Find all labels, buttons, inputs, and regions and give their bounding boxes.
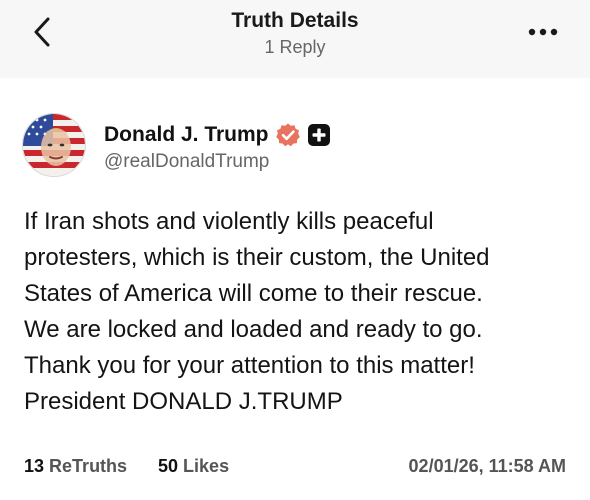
retruths-label: ReTruths — [49, 456, 128, 476]
author-handle[interactable]: @realDonaldTrump — [104, 151, 269, 173]
reply-count[interactable]: 1 Reply — [0, 37, 590, 58]
likes-label: Likes — [183, 456, 230, 476]
likes-count: 50 — [158, 456, 179, 476]
top-bar: Truth Details 1 Reply — [0, 0, 590, 78]
post-text: If Iran shots and violently kills peacef… — [24, 208, 490, 415]
verified-badge-icon — [275, 122, 301, 148]
post-stats: 13 ReTruths 50 Likes 02/01/26, 11:58 AM — [0, 456, 590, 480]
more-options-button[interactable] — [526, 22, 560, 42]
retruths-count: 13 — [24, 456, 45, 476]
author-name[interactable]: Donald J. Trump — [104, 123, 269, 147]
more-horizontal-icon — [528, 28, 558, 36]
page-title: Truth Details — [231, 9, 359, 32]
likes-stat[interactable]: 50 Likes — [158, 456, 229, 477]
post-timestamp: 02/01/26, 11:58 AM — [408, 456, 566, 476]
retruths-stat[interactable]: 13 ReTruths — [24, 456, 127, 477]
avatar[interactable] — [22, 113, 86, 177]
plus-badge-icon — [307, 123, 331, 147]
author-row[interactable]: Donald J. Trump — [104, 121, 331, 149]
